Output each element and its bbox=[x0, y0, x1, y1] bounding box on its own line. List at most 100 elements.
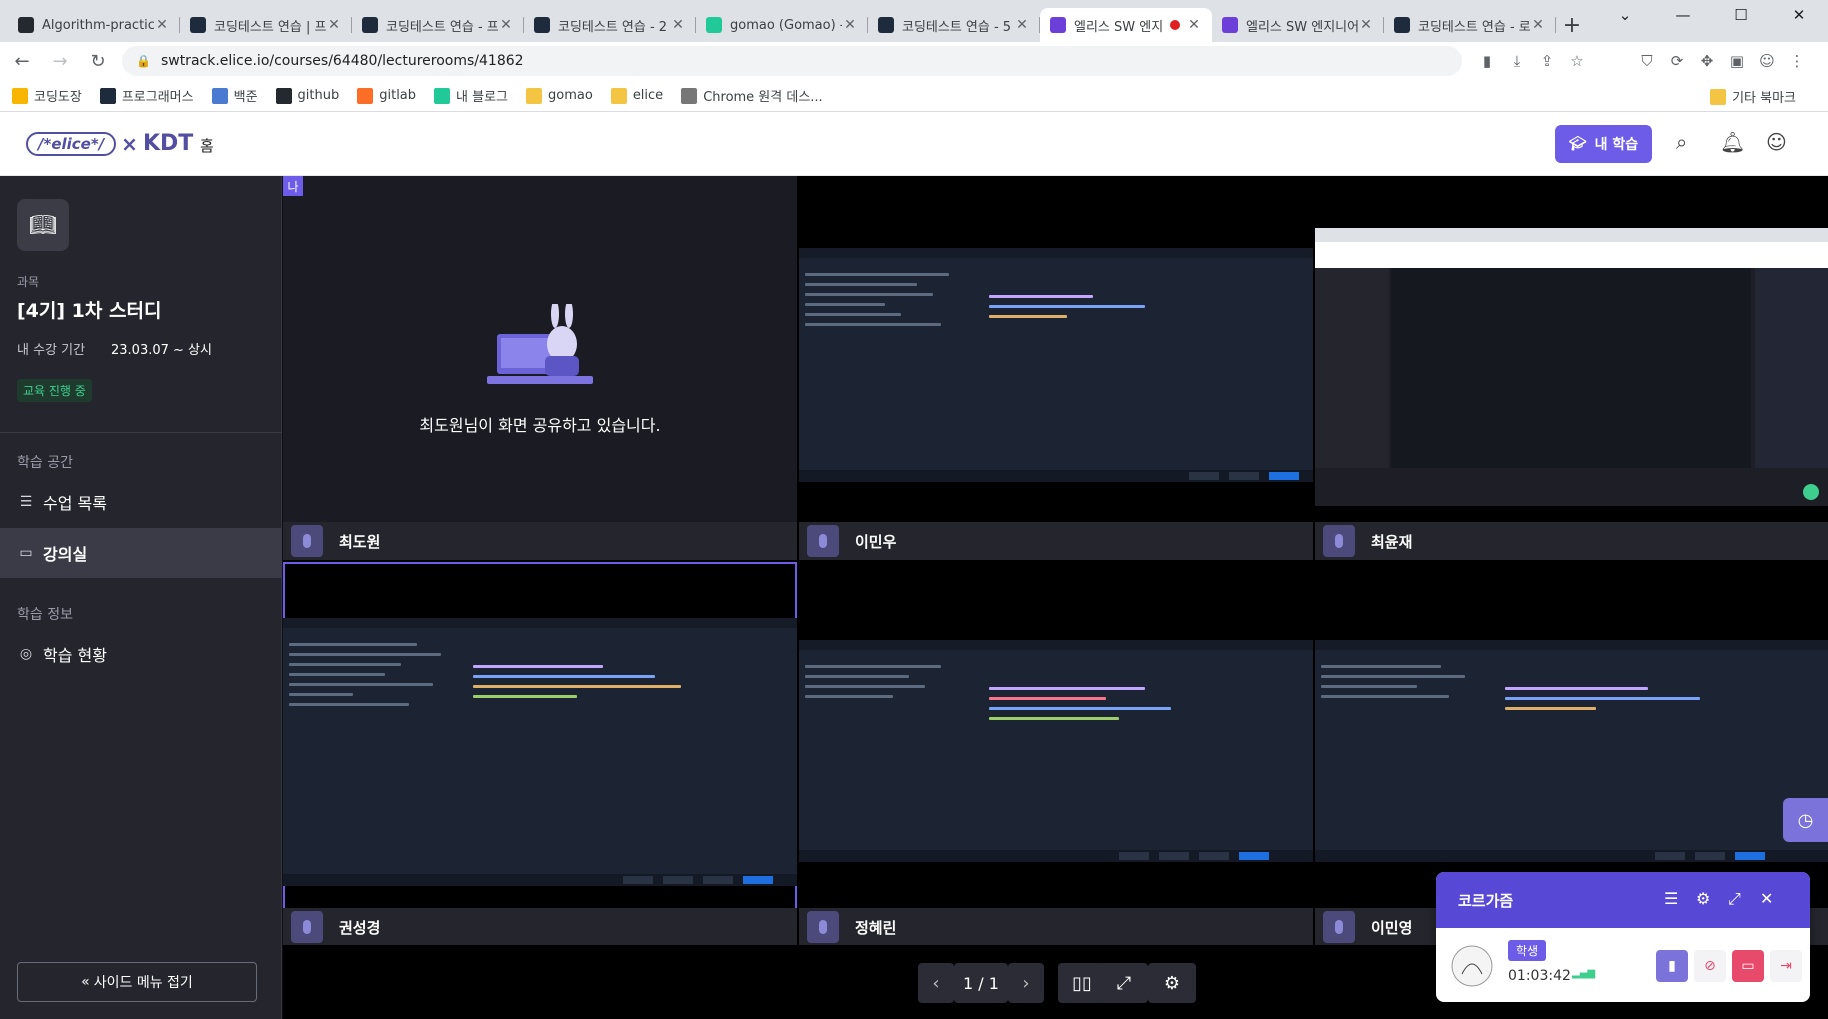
participant-tile[interactable]: 권성경 bbox=[283, 562, 797, 946]
bookmark-item[interactable]: 프로그래머스 bbox=[99, 86, 194, 105]
sidebar-item-lecture-room[interactable]: ▭ 강의실 bbox=[0, 528, 282, 578]
camera-icon[interactable]: ▮ bbox=[1472, 46, 1502, 76]
reload-button[interactable]: ↻ bbox=[82, 45, 114, 77]
close-icon[interactable]: ✕ bbox=[1760, 889, 1773, 908]
layout-toggle-button[interactable]: ▯▯ bbox=[1058, 963, 1106, 1003]
profile-icon[interactable]: ☺ bbox=[1752, 46, 1782, 76]
screen-share-button[interactable]: ▭ bbox=[1732, 950, 1764, 982]
user-avatar[interactable]: ☺ bbox=[1766, 130, 1787, 154]
minimize-button[interactable]: — bbox=[1654, 0, 1712, 30]
elice-logo-text: /*elice*/ bbox=[26, 131, 117, 156]
page-indicator: 1 / 1 bbox=[954, 963, 1008, 1003]
next-page-button[interactable]: › bbox=[1008, 963, 1044, 1003]
menu-icon[interactable]: ☰ bbox=[1664, 889, 1678, 908]
browser-tab-title: Algorithm-practice/ bbox=[42, 17, 154, 33]
search-icon[interactable]: ⌕ bbox=[1676, 130, 1687, 154]
bookmark-favicon-icon bbox=[526, 87, 543, 104]
window-controls: ⌄ — ☐ ✕ bbox=[1596, 0, 1828, 30]
menu-dots-icon[interactable]: ⋮ bbox=[1782, 46, 1812, 76]
back-button[interactable]: ← bbox=[6, 45, 38, 77]
browser-tab[interactable]: 엘리스 SW 엔지니어 ✕ bbox=[1212, 8, 1384, 42]
mic-avatar-icon bbox=[1323, 525, 1355, 557]
sidebar-item-progress[interactable]: ◎ 학습 현황 bbox=[0, 629, 282, 679]
mic-toggle-button[interactable]: ▮ bbox=[1656, 950, 1688, 982]
close-tab-icon[interactable]: ✕ bbox=[498, 17, 514, 33]
bookmark-label: Chrome 원격 데스... bbox=[703, 90, 823, 105]
gear-icon[interactable]: ⚙ bbox=[1696, 889, 1710, 908]
close-tab-icon[interactable]: ✕ bbox=[670, 17, 686, 33]
forward-button[interactable]: → bbox=[44, 45, 76, 77]
close-tab-icon[interactable]: ✕ bbox=[1530, 17, 1546, 33]
history-clock-button[interactable]: ◷ bbox=[1783, 798, 1828, 842]
fullscreen-button[interactable]: ⤢ bbox=[1100, 963, 1148, 1003]
bookmark-favicon-icon bbox=[610, 87, 627, 104]
participant-namebar: 권성경 bbox=[283, 908, 797, 946]
settings-button[interactable]: ⚙ bbox=[1148, 963, 1196, 1003]
url-bar[interactable]: 🔒 swtrack.elice.io/courses/64480/lecture… bbox=[122, 46, 1462, 76]
sidebar: 📖︎ 과목 [4기] 1차 스터디 내 수강 기간 23.03.07 ~ 상시 … bbox=[0, 176, 282, 1019]
period-label: 내 수강 기간 bbox=[17, 343, 86, 358]
bookmark-item[interactable]: Chrome 원격 데스... bbox=[681, 86, 823, 105]
participant-name: 권성경 bbox=[339, 918, 381, 937]
bookmark-item[interactable]: 내 블로그 bbox=[434, 86, 508, 105]
sidebar-item-lesson-list[interactable]: ☰ 수업 목록 bbox=[0, 477, 282, 527]
programmers-icon bbox=[878, 17, 894, 33]
expand-icon[interactable]: ⤢ bbox=[1728, 889, 1741, 909]
call-panel: 코르가즘 ☰ ⚙ ⤢ ✕ 학생 01:03:42 ▂▄▆ ▮ ⊘ ▭ ⇥ bbox=[1436, 872, 1810, 1002]
close-tab-icon[interactable]: ✕ bbox=[842, 17, 858, 33]
participant-tile[interactable]: 최윤재 bbox=[1315, 176, 1828, 560]
browser-tab[interactable]: 코딩테스트 연습 - 프 ✕ bbox=[352, 8, 524, 42]
lock-icon: 🔒 bbox=[136, 54, 151, 68]
elice-kdt-logo[interactable]: /*elice*/ × KDT bbox=[26, 131, 193, 156]
extensions-icon[interactable]: ✥ bbox=[1692, 46, 1722, 76]
prev-page-button[interactable]: ‹ bbox=[918, 963, 954, 1003]
install-icon[interactable]: ⤓ bbox=[1502, 46, 1532, 76]
close-tab-icon[interactable]: ✕ bbox=[1186, 17, 1202, 33]
bookmark-label: 백준 bbox=[233, 90, 258, 105]
browser-tab[interactable]: 코딩테스트 연습 - 5 ✕ bbox=[868, 8, 1040, 42]
translate-extension-icon[interactable]: ⟳ bbox=[1662, 46, 1692, 76]
bookmark-item[interactable]: gitlab bbox=[357, 86, 416, 105]
maximize-button[interactable]: ☐ bbox=[1712, 0, 1770, 30]
bookmark-item[interactable]: 코딩도장 bbox=[12, 86, 82, 105]
mic-avatar-icon bbox=[1323, 911, 1355, 943]
programmers-icon bbox=[534, 17, 550, 33]
close-tab-icon[interactable]: ✕ bbox=[1014, 17, 1030, 33]
bookmark-item[interactable]: github bbox=[275, 86, 339, 105]
participant-tile[interactable]: 최도원님이 화면 공유하고 있습니다. 나 최도원 bbox=[283, 176, 797, 560]
share-icon[interactable]: ⇪ bbox=[1532, 46, 1562, 76]
bookmark-item[interactable]: gomao bbox=[526, 86, 593, 105]
mic-avatar-icon bbox=[807, 525, 839, 557]
close-tab-icon[interactable]: ✕ bbox=[1358, 17, 1374, 33]
bookmark-favicon-icon bbox=[211, 87, 228, 104]
bookmark-item[interactable]: 백준 bbox=[211, 86, 258, 105]
home-link[interactable]: 홈 bbox=[200, 135, 214, 156]
tab-search-icon[interactable]: ⌄ bbox=[1596, 0, 1654, 30]
participant-tile[interactable]: 이민우 bbox=[799, 176, 1313, 560]
browser-tab[interactable]: 코딩테스트 연습 - 2 ✕ bbox=[524, 8, 696, 42]
other-bookmarks[interactable]: 기타 북마크 bbox=[1710, 87, 1796, 106]
shield-extension-icon[interactable]: ⛉ bbox=[1632, 46, 1662, 76]
bookmark-star-icon[interactable]: ☆ bbox=[1562, 46, 1592, 76]
side-panel-icon[interactable]: ▣ bbox=[1722, 46, 1752, 76]
browser-tab[interactable]: 코딩테스트 연습 | 프 ✕ bbox=[180, 8, 352, 42]
participant-name: 최윤재 bbox=[1371, 532, 1413, 551]
page-navigator: ‹ 1 / 1 › bbox=[918, 963, 1044, 1003]
bell-icon[interactable]: 🔔︎ bbox=[1720, 130, 1745, 154]
camera-off-button[interactable]: ⊘ bbox=[1694, 950, 1726, 982]
new-tab-button[interactable]: + bbox=[1556, 8, 1588, 42]
browser-tab[interactable]: Algorithm-practice/✕ bbox=[8, 8, 180, 42]
browser-tab-title: 코딩테스트 연습 | 프 bbox=[214, 19, 326, 35]
leave-call-button[interactable]: ⇥ bbox=[1770, 950, 1802, 982]
browser-tab[interactable]: 코딩테스트 연습 - 로 ✕ bbox=[1384, 8, 1556, 42]
bookmark-item[interactable]: elice bbox=[610, 86, 663, 105]
participant-tile[interactable]: 정혜린 bbox=[799, 562, 1313, 946]
close-tab-icon[interactable]: ✕ bbox=[326, 17, 342, 33]
list-icon: ☰ bbox=[19, 494, 33, 510]
fold-sidebar-button[interactable]: « 사이드 메뉴 접기 bbox=[17, 962, 257, 1002]
browser-tab[interactable]: gomao (Gomao) - v✕ bbox=[696, 8, 868, 42]
close-window-button[interactable]: ✕ bbox=[1770, 0, 1828, 30]
browser-tab[interactable]: 엘리스 SW 엔지 ✕ bbox=[1040, 8, 1212, 42]
my-learning-button[interactable]: 🎓︎ 내 학습 bbox=[1555, 125, 1652, 163]
close-tab-icon[interactable]: ✕ bbox=[154, 17, 170, 33]
